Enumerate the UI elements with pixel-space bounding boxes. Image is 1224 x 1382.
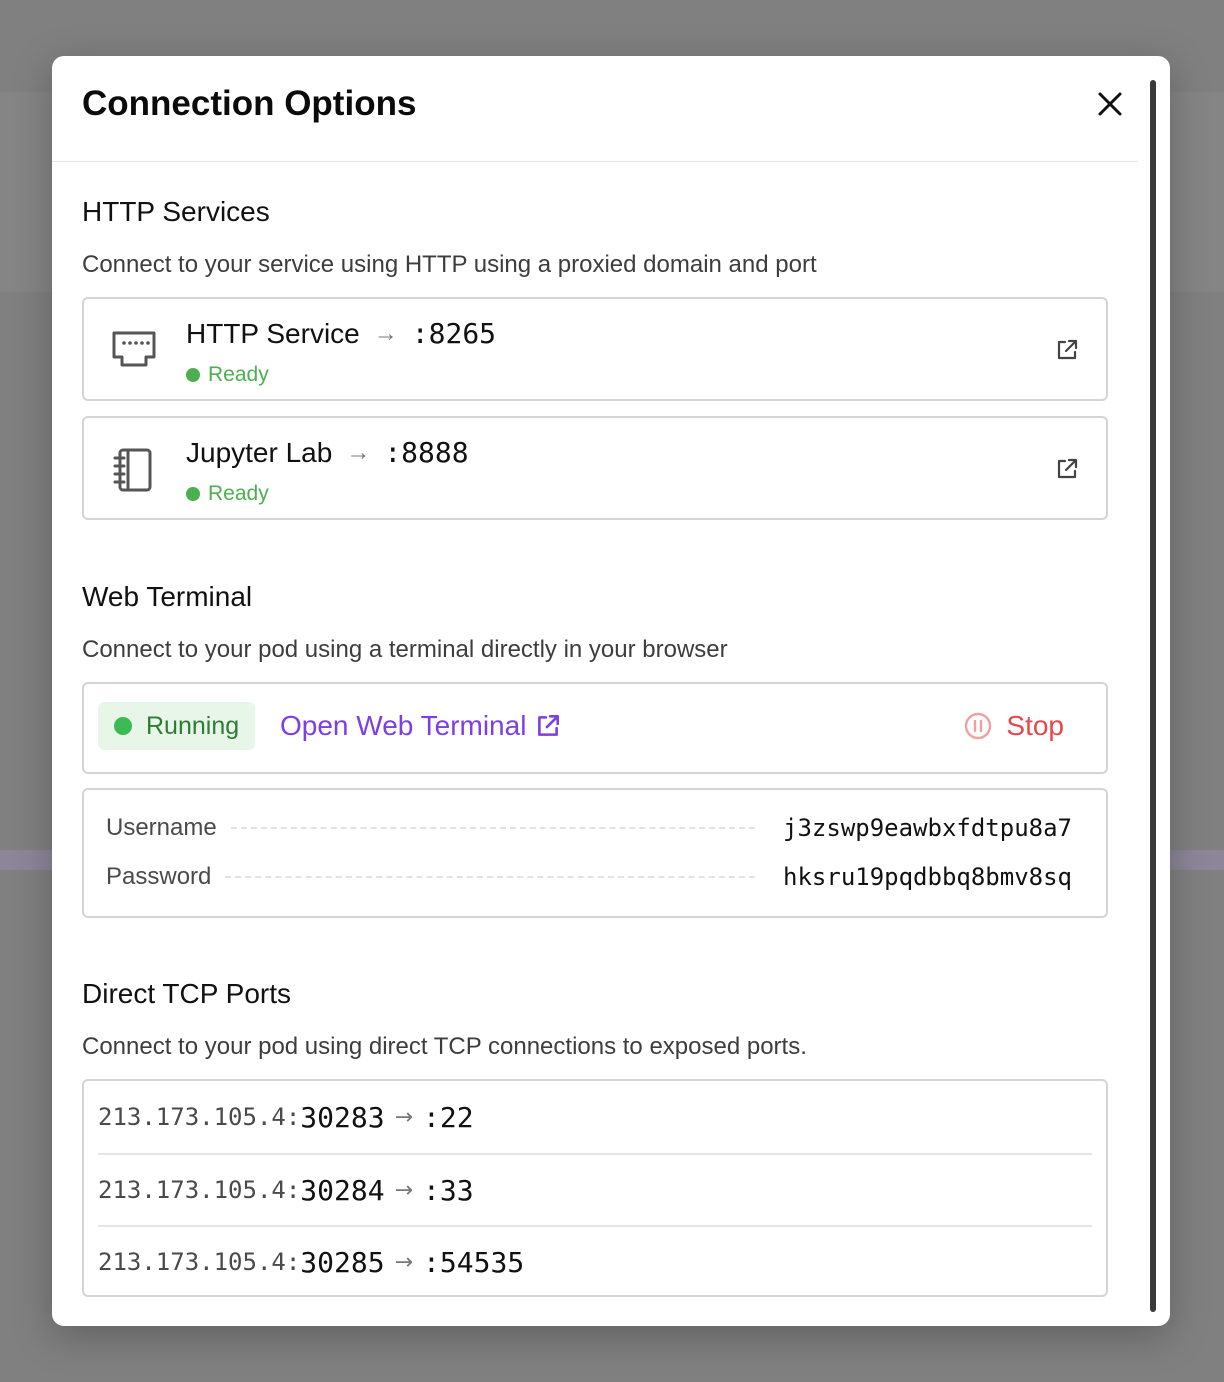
service-name: HTTP Service [186, 317, 360, 349]
service-name: Jupyter Lab [186, 436, 333, 468]
notebook-icon [113, 448, 152, 492]
http-service-card[interactable]: HTTP Service → :8265 Ready [82, 297, 1108, 401]
open-web-terminal-link[interactable]: Open Web Terminal [280, 710, 562, 742]
tcp-ip: 213.173.105.4: [98, 1103, 301, 1131]
jupyter-lab-card[interactable]: Jupyter Lab → :8888 Ready [82, 416, 1108, 520]
status-dot-icon [186, 487, 200, 501]
tcp-ports-list: 213.173.105.4: 30283 → :22 213.173.105.4… [82, 1079, 1108, 1297]
status-text: Ready [208, 482, 269, 505]
web-terminal-description: Connect to your pod using a terminal dir… [82, 636, 728, 663]
running-status-text: Running [146, 711, 240, 740]
service-port: :8888 [384, 436, 469, 469]
status-text: Ready [208, 363, 269, 386]
stop-button[interactable]: Stop [964, 710, 1064, 742]
stop-label: Stop [1006, 710, 1064, 741]
tcp-ip: 213.173.105.4: [98, 1248, 301, 1276]
arrow-right-icon: → [394, 1177, 414, 1203]
http-services-description: Connect to your service using HTTP using… [82, 251, 817, 278]
tcp-public-port: 30284 [300, 1173, 385, 1207]
password-value[interactable]: hksru19pqdbbq8bmv8sq [783, 863, 1072, 891]
service-title: HTTP Service → :8265 [186, 317, 496, 350]
password-row: Password hksru19pqdbbq8bmv8sq [106, 863, 1072, 891]
tcp-ip: 213.173.105.4: [98, 1176, 301, 1204]
external-link-icon[interactable] [1054, 337, 1080, 363]
tcp-target-port: :54535 [423, 1245, 525, 1279]
dotted-leader [225, 876, 756, 878]
tcp-public-port: 30285 [300, 1245, 385, 1279]
tcp-ports-title: Direct TCP Ports [82, 978, 292, 1009]
password-label: Password [106, 863, 212, 890]
credentials-card: Username j3zswp9eawbxfdtpu8a7 Password h… [82, 788, 1108, 918]
status-badge: Ready [186, 363, 269, 387]
service-title: Jupyter Lab → :8888 [186, 436, 469, 469]
ethernet-port-icon [112, 331, 156, 367]
username-value[interactable]: j3zswp9eawbxfdtpu8a7 [783, 814, 1072, 842]
tcp-target-port: :22 [423, 1100, 474, 1134]
http-services-title: HTTP Services [82, 196, 270, 227]
modal-scrollbar[interactable] [1150, 80, 1156, 1312]
modal-header: Connection Options [52, 56, 1138, 162]
connection-options-modal: Connection Options HTTP Services Connect… [52, 56, 1170, 1326]
service-port: :8265 [411, 317, 497, 350]
status-dot-icon [186, 368, 200, 382]
tcp-port-row[interactable]: 213.173.105.4: 30283 → :22 [98, 1081, 1092, 1153]
pause-circle-icon [965, 712, 992, 740]
tcp-public-port: 30283 [300, 1100, 385, 1134]
tcp-ports-description: Connect to your pod using direct TCP con… [82, 1033, 807, 1060]
arrow-right-icon: → [373, 319, 398, 347]
dotted-leader [230, 827, 756, 829]
tcp-target-port: :33 [423, 1173, 474, 1207]
close-icon [1098, 92, 1122, 116]
web-terminal-card: Running Open Web Terminal Stop [82, 682, 1108, 774]
arrow-right-icon: → [346, 438, 371, 466]
open-web-terminal-label: Open Web Terminal [280, 710, 527, 741]
username-label: Username [106, 814, 217, 841]
username-row: Username j3zswp9eawbxfdtpu8a7 [106, 814, 1072, 842]
web-terminal-title: Web Terminal [82, 581, 253, 612]
modal-title: Connection Options [82, 84, 417, 123]
tcp-port-row[interactable]: 213.173.105.4: 30285 → :54535 [98, 1225, 1092, 1297]
arrow-right-icon: → [394, 1104, 414, 1130]
running-status-badge: Running [98, 702, 256, 750]
external-link-icon[interactable] [1054, 456, 1080, 482]
close-button[interactable] [1092, 86, 1128, 122]
status-badge: Ready [186, 482, 269, 506]
status-dot-icon [114, 717, 132, 735]
external-link-icon [538, 715, 560, 736]
arrow-right-icon: → [394, 1249, 414, 1275]
tcp-port-row[interactable]: 213.173.105.4: 30284 → :33 [98, 1153, 1092, 1225]
